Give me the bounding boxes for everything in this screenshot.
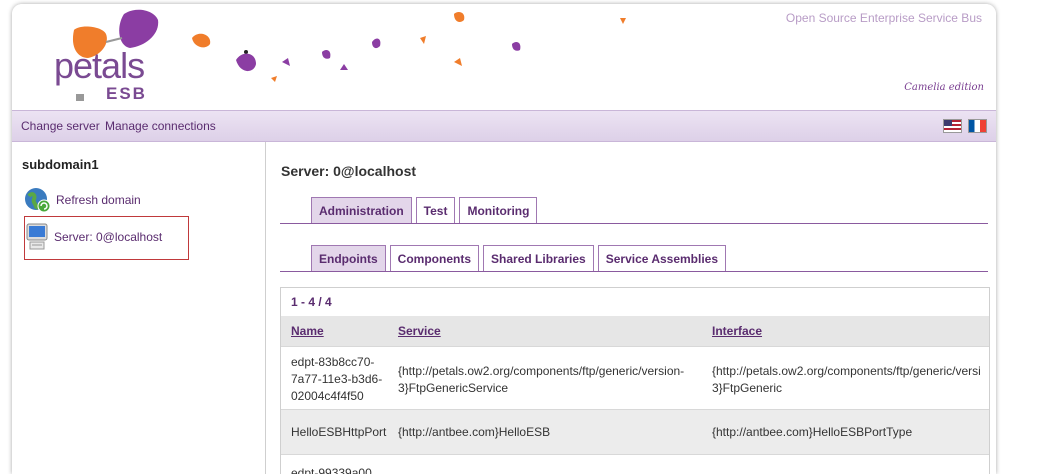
main-tabs: Administration Test Monitoring	[311, 197, 538, 223]
page-title: Server: 0@localhost	[281, 163, 417, 179]
french-flag-icon[interactable]	[968, 119, 987, 133]
tab-test[interactable]: Test	[415, 197, 456, 223]
table-row[interactable]: edpt-99339a00	[281, 454, 989, 474]
tab-endpoints[interactable]: Endpoints	[311, 245, 386, 271]
endpoint-name: HelloESBHttpPort	[291, 425, 387, 439]
table-row[interactable]: edpt-83b8cc70- 7a77-11e3-b3d6- 02004c4f4…	[281, 346, 989, 410]
table-row[interactable]: HelloESBHttpPort {http://antbee.com}Hell…	[281, 409, 989, 455]
sidebar: subdomain1 Refresh domain Server: 0@loca…	[12, 142, 266, 474]
endpoint-service: {http://antbee.com}HelloESB	[398, 425, 551, 439]
subtab-divider	[280, 271, 988, 272]
table-header: Name Service Interface	[281, 316, 989, 346]
change-server-link[interactable]: Change server	[21, 119, 100, 133]
tab-divider	[280, 223, 988, 224]
tab-components[interactable]: Components	[389, 245, 480, 271]
tagline: Open Source Enterprise Service Bus	[785, 11, 982, 25]
refresh-domain-item[interactable]: Refresh domain	[24, 179, 141, 221]
endpoints-table: 1 - 4 / 4 Name Service Interface edpt-83…	[280, 287, 990, 474]
refresh-domain-label: Refresh domain	[56, 193, 141, 207]
column-header-interface[interactable]: Interface	[712, 324, 762, 338]
server-icon	[26, 223, 48, 250]
endpoint-interface: {http://petals.ow2.org/components/ftp/ge…	[712, 364, 981, 395]
main-content: Server: 0@localhost Administration Test …	[280, 142, 992, 474]
tab-service-assemblies[interactable]: Service Assemblies	[597, 245, 727, 271]
tab-administration[interactable]: Administration	[311, 197, 412, 223]
app-window: petals ESB Open Source Enterprise Servic…	[12, 4, 996, 474]
petals-decoration-icon	[192, 12, 626, 82]
endpoint-interface: {http://antbee.com}HelloESBPortType	[712, 425, 913, 439]
endpoint-name: edpt-83b8cc70- 7a77-11e3-b3d6- 02004c4f4…	[291, 355, 383, 403]
paging-info: 1 - 4 / 4	[291, 295, 332, 309]
tab-shared-libraries[interactable]: Shared Libraries	[483, 245, 594, 271]
tab-monitoring[interactable]: Monitoring	[459, 197, 538, 223]
english-flag-icon[interactable]	[943, 119, 962, 133]
column-header-name[interactable]: Name	[291, 324, 324, 338]
server-item[interactable]: Server: 0@localhost	[26, 216, 162, 258]
domain-title: subdomain1	[22, 157, 99, 172]
logo-subtext: ESB	[106, 84, 147, 103]
menubar: Change server Manage connections	[12, 110, 996, 142]
server-item-label: Server: 0@localhost	[54, 230, 163, 244]
globe-refresh-icon	[25, 188, 50, 213]
column-header-service[interactable]: Service	[398, 324, 441, 338]
endpoint-service: {http://petals.ow2.org/components/ftp/ge…	[398, 364, 685, 395]
endpoint-name: edpt-99339a00	[291, 466, 372, 474]
header: petals ESB Open Source Enterprise Servic…	[12, 4, 996, 110]
logo-text: petals	[54, 45, 145, 86]
manage-connections-link[interactable]: Manage connections	[105, 119, 216, 133]
edition-label: Camelia edition	[904, 82, 984, 93]
sub-tabs: Endpoints Components Shared Libraries Se…	[311, 245, 727, 271]
